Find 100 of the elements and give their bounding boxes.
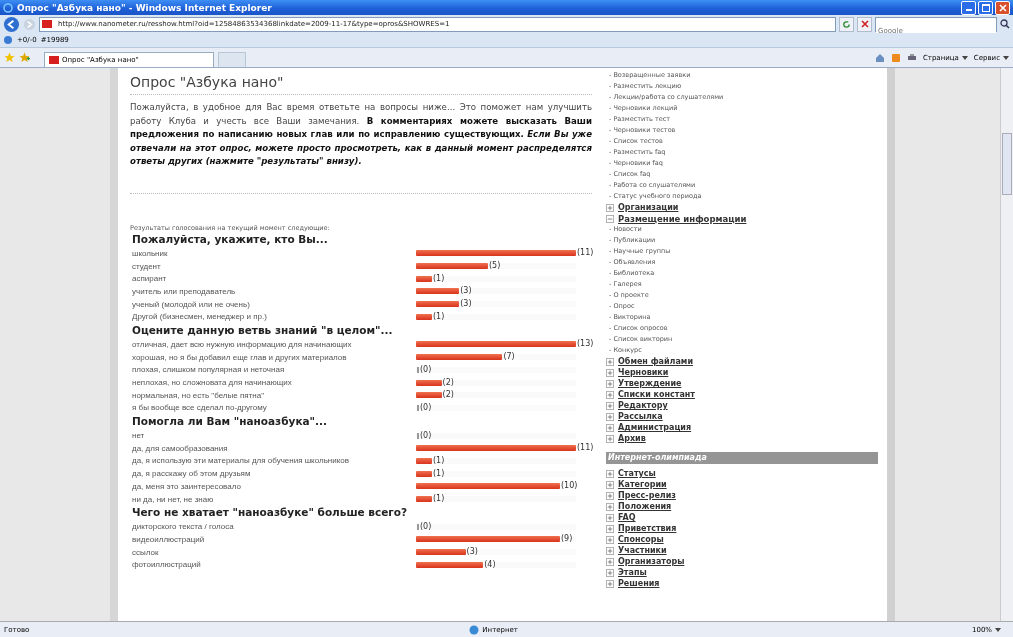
expand-icon[interactable] xyxy=(606,203,614,212)
vote-count: (1) xyxy=(433,272,445,285)
menu-section-link[interactable]: Решения xyxy=(618,579,660,588)
answer-label: школьник xyxy=(132,248,169,258)
scrollbar[interactable] xyxy=(1000,68,1013,621)
vote-count: (7) xyxy=(503,351,515,364)
site-icon xyxy=(42,20,52,28)
menu-section-link[interactable]: Обмен файлами xyxy=(618,357,693,366)
expand-icon[interactable] xyxy=(606,412,614,421)
vote-count: (5) xyxy=(489,260,501,272)
search-icon[interactable] xyxy=(1000,19,1010,29)
answer-label: хорошая, но я бы добавил еще глав и других материалов xyxy=(132,352,348,362)
close-button[interactable] xyxy=(995,0,1010,15)
menu-section-link[interactable]: Архив xyxy=(618,434,646,443)
refresh-button[interactable] xyxy=(839,16,854,32)
expand-icon[interactable] xyxy=(606,379,614,388)
question-title: Оцените данную ветвь знаний "в целом"... xyxy=(131,323,394,339)
add-on-icon[interactable] xyxy=(3,35,13,45)
caret-icon xyxy=(1003,55,1009,60)
expand-icon[interactable] xyxy=(606,513,614,522)
section-header: Интернет-олимпиада xyxy=(606,452,878,464)
expand-icon[interactable] xyxy=(606,491,614,500)
menu-section-link[interactable]: Редактору xyxy=(618,401,668,410)
new-tab-button[interactable] xyxy=(218,52,246,67)
print-icon[interactable] xyxy=(906,52,917,63)
answer-label: да, я расскажу об этом друзьям xyxy=(132,469,252,479)
menu-section-link[interactable]: Приветствия xyxy=(618,524,677,533)
vote-count: (1) xyxy=(433,310,445,323)
expand-icon[interactable] xyxy=(606,557,614,566)
feed-icon[interactable] xyxy=(890,52,901,63)
answer-label: я бы вообще все сделал по-другому xyxy=(132,403,268,413)
expand-icon[interactable] xyxy=(606,423,614,432)
expand-icon[interactable] xyxy=(606,480,614,489)
vote-count: (2) xyxy=(442,376,454,389)
expand-icon[interactable] xyxy=(606,502,614,511)
menu-section-link[interactable]: Организаторы xyxy=(618,557,685,566)
vote-count: (2) xyxy=(442,389,454,402)
expand-icon[interactable] xyxy=(606,401,614,410)
maximize-button[interactable] xyxy=(978,0,993,15)
expand-icon[interactable] xyxy=(606,546,614,555)
vote-count: (9) xyxy=(561,533,573,546)
menu-section-link[interactable]: Категории xyxy=(618,480,667,489)
expand-icon[interactable] xyxy=(606,568,614,577)
vote-count: (11) xyxy=(577,247,594,260)
add-favorite-icon[interactable] xyxy=(19,52,30,63)
window-title: Опрос "Азбука нано" - Windows Internet Explorer xyxy=(17,2,272,13)
menu-section-link[interactable]: Списки констант xyxy=(618,390,695,399)
menu-section-link[interactable]: Спонсоры xyxy=(618,535,664,544)
vote-count: (4) xyxy=(484,558,496,571)
page-title: Опрос "Азбука нано" xyxy=(130,71,592,95)
expand-icon[interactable] xyxy=(606,469,614,478)
home-icon[interactable] xyxy=(874,52,885,63)
answer-label: да, для самообразования xyxy=(132,443,229,453)
expand-icon[interactable] xyxy=(606,390,614,399)
expand-icon[interactable] xyxy=(606,579,614,588)
expand-icon[interactable] xyxy=(606,535,614,544)
menu-section-link[interactable]: Участники xyxy=(618,546,667,555)
collapse-icon[interactable] xyxy=(606,214,614,223)
menu-section-link[interactable]: Размещение информации xyxy=(618,213,747,224)
vote-count: (0) xyxy=(420,429,432,442)
menu-section-link[interactable]: FAQ xyxy=(618,513,636,522)
caret-icon xyxy=(961,55,968,60)
expand-icon[interactable] xyxy=(606,524,614,533)
menu-section-link[interactable]: Этапы xyxy=(618,568,647,577)
answer-label: нет xyxy=(132,431,146,441)
vote-count: (1) xyxy=(433,454,445,467)
refresh-icon xyxy=(842,19,851,29)
answer-label: фотоиллюстраций xyxy=(132,560,202,570)
question-title: Помогла ли Вам "наноазбука"... xyxy=(131,414,329,430)
stop-icon xyxy=(860,20,869,28)
menu-section-link[interactable]: Статусы xyxy=(618,469,656,478)
expand-icon[interactable] xyxy=(606,434,614,443)
expand-icon[interactable] xyxy=(606,357,614,366)
stop-button[interactable] xyxy=(857,16,872,32)
question-title: Чего не хватает "наноазбуке" больше всего? xyxy=(131,505,409,521)
menu-section-link[interactable]: Организации xyxy=(618,203,679,212)
close-icon xyxy=(998,3,1007,12)
answer-label: нормальная, но есть "белые пятна" xyxy=(132,390,265,400)
menu-section-link[interactable]: Администрация xyxy=(618,423,692,432)
menu-section-link[interactable]: Черновики xyxy=(618,368,669,377)
caret-icon xyxy=(995,627,1001,632)
question-title: Пожалуйста, укажите, кто Вы... xyxy=(131,232,329,247)
vote-count: (13) xyxy=(577,338,594,351)
browser-logo-icon xyxy=(3,2,13,13)
answer-label: ссылок xyxy=(132,547,160,557)
menu-section-link[interactable]: Пресс-релиз xyxy=(618,491,676,500)
menu-section-link[interactable]: Рассылка xyxy=(618,412,663,421)
vote-count: (0) xyxy=(420,520,432,533)
forward-button[interactable] xyxy=(23,17,36,31)
answer-label: ни да, ни нет, не знаю xyxy=(132,494,215,504)
minimize-button[interactable] xyxy=(961,0,976,15)
answer-label: дикторского текста / голоса xyxy=(132,522,235,532)
menu-section-link[interactable]: Положения xyxy=(618,502,672,511)
menu-section-link[interactable]: Утверждение xyxy=(618,379,682,388)
back-button[interactable] xyxy=(3,15,20,33)
answer-label: да, меня это заинтересовало xyxy=(132,481,242,491)
expand-icon[interactable] xyxy=(606,368,614,377)
answer-label: да, я использую эти материалы для обучения школьников xyxy=(132,456,350,466)
favorites-star-icon[interactable] xyxy=(4,52,15,63)
answer-label: ученый (молодой или не очень) xyxy=(132,299,251,309)
